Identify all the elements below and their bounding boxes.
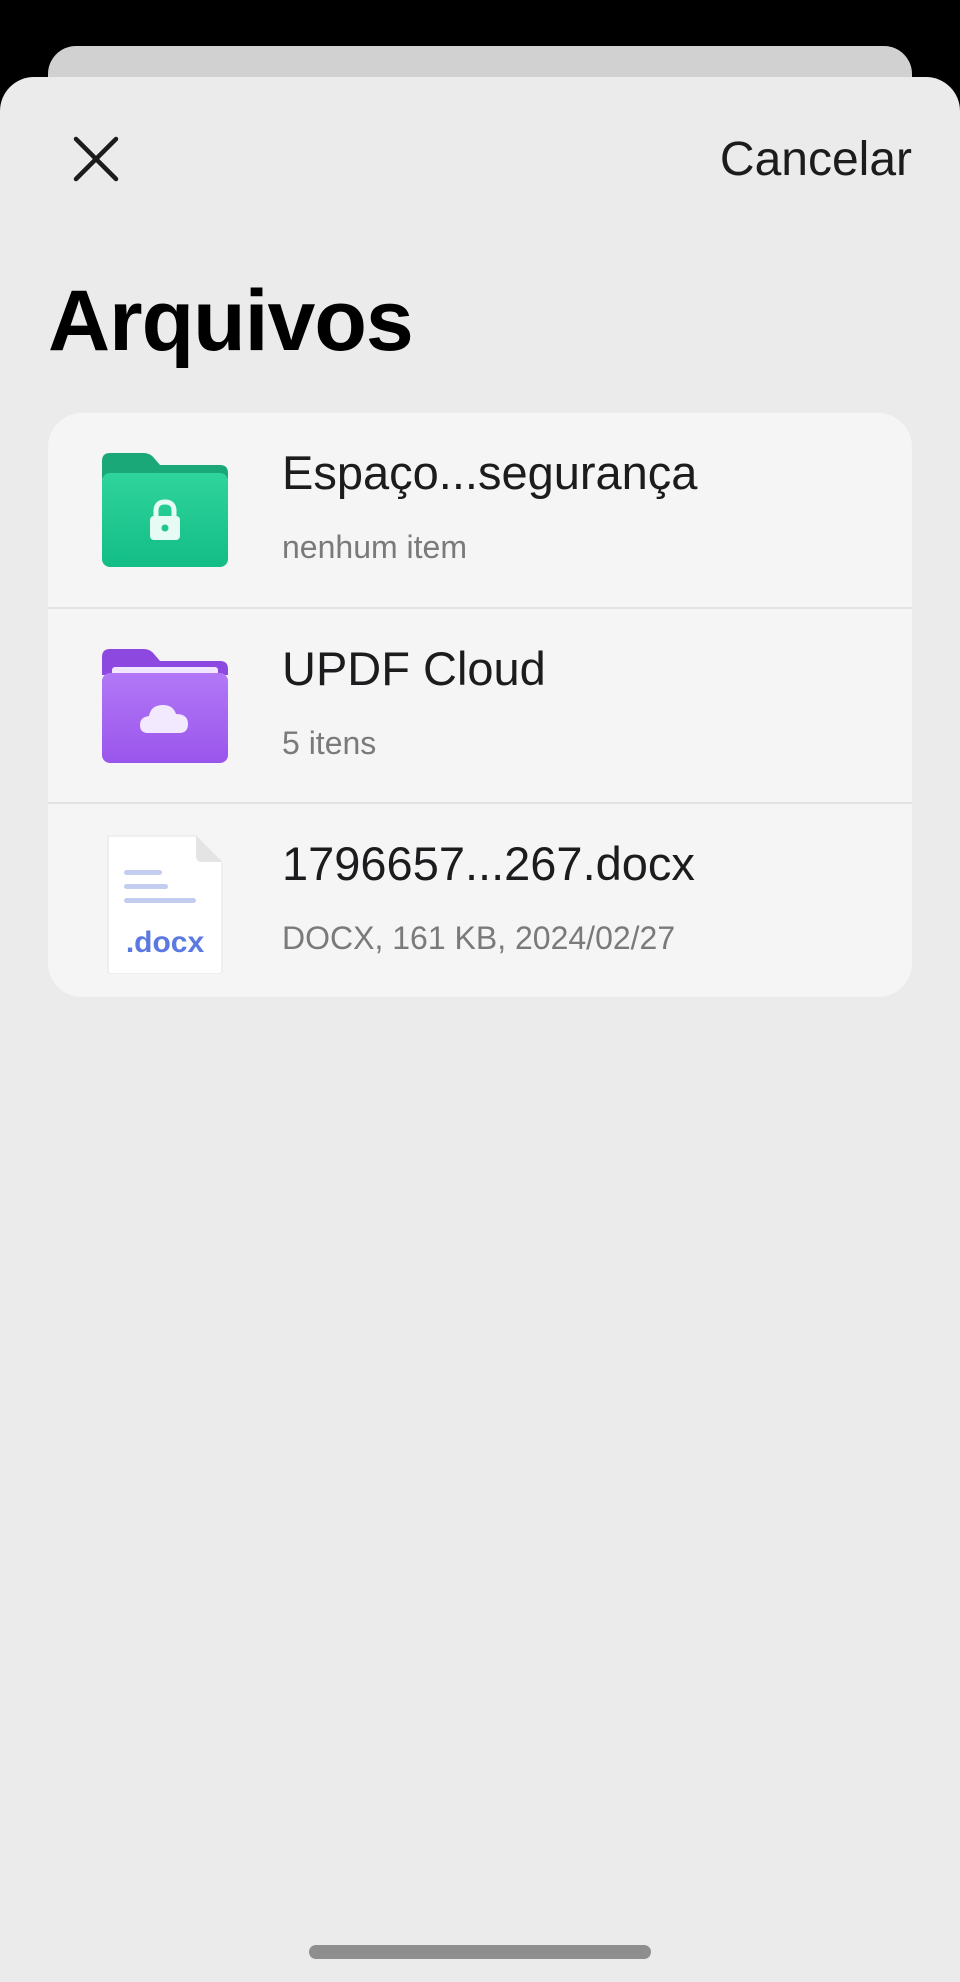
close-icon <box>73 136 119 182</box>
item-subtitle: nenhum item <box>282 529 467 565</box>
docx-badge: .docx <box>126 926 205 959</box>
item-title: Espaço...segurança <box>282 446 698 499</box>
page-title: Arquivos <box>48 273 414 369</box>
docx-file-icon: .docx <box>102 835 228 975</box>
file-list: Espaço...segurança nenhum item UPDF Clou… <box>48 413 912 997</box>
item-subtitle: 5 itens <box>282 725 377 761</box>
item-subtitle: DOCX, 161 KB, 2024/02/27 <box>282 920 676 956</box>
secure-folder-icon <box>102 447 228 573</box>
cloud-folder-icon <box>102 643 228 769</box>
item-title: UPDF Cloud <box>282 642 546 695</box>
list-item-secure-space[interactable]: Espaço...segurança nenhum item <box>48 413 912 607</box>
close-button[interactable] <box>64 127 128 191</box>
cancel-button[interactable]: Cancelar <box>720 128 912 192</box>
home-indicator <box>309 1945 651 1959</box>
list-item-docx-file[interactable]: .docx 1796657...267.docx DOCX, 161 KB, 2… <box>48 802 912 997</box>
list-item-updf-cloud[interactable]: UPDF Cloud 5 itens <box>48 607 912 802</box>
item-title: 1796657...267.docx <box>282 837 695 890</box>
